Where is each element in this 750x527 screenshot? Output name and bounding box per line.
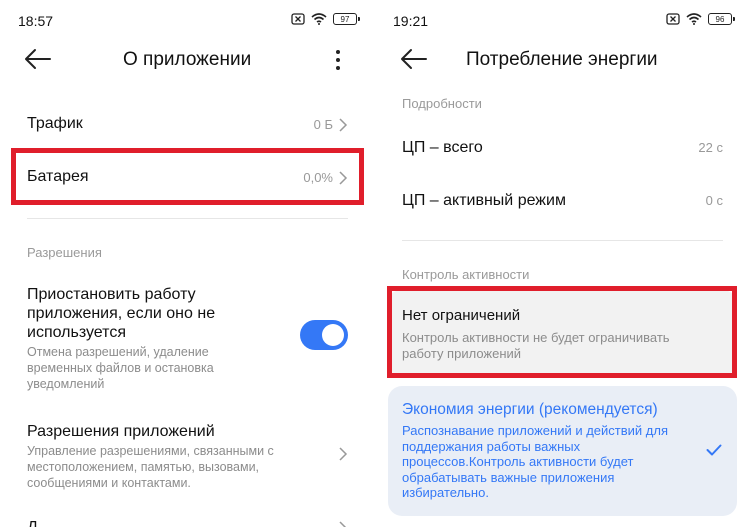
details-header: Подробности [402,96,482,111]
battery-highlight-frame [11,148,364,205]
no-restrictions-highlight-frame [387,286,737,378]
page-title: О приложении [123,49,252,70]
pause-app-title: Приостановить работу приложения, если он… [27,286,216,341]
wifi-icon [686,13,702,25]
traffic-row[interactable]: Трафик 0 Б [0,110,375,140]
status-bar: 18:57 97 [0,10,375,32]
chevron-right-icon [339,521,347,527]
app-bar: О приложении [0,40,375,80]
chevron-right-icon [339,447,348,461]
permissions-header: Разрешения [27,245,102,260]
option-power-saving-desc: Распознавание приложений и действий для … [402,423,668,500]
cpu-total-label: ЦП – всего [402,139,483,156]
back-arrow-icon[interactable] [400,48,428,70]
app-bar: Потребление энергии [375,40,750,80]
cpu-active-row: ЦП – активный режим 0 с [375,189,750,215]
pause-app-toggle[interactable] [300,320,348,350]
divider [402,240,723,241]
option-power-saving[interactable]: Экономия энергии (рекомендуется) Распозн… [388,386,737,516]
power-consumption-screen: 19:21 96 Потребление энергии Подробности… [375,0,750,527]
cpu-active-label: ЦП – активный режим [402,192,566,209]
app-permissions-subtitle: Управление разрешениями, связанными с ме… [27,444,274,490]
cpu-active-value: 0 с [705,193,723,208]
status-bar: 19:21 96 [375,10,750,32]
chevron-right-icon [339,118,348,132]
battery-icon: 97 [333,13,360,25]
sim-off-icon [291,13,305,25]
sim-off-icon [666,13,680,25]
battery-icon: 96 [708,13,735,25]
traffic-value: 0 Б [313,117,333,132]
status-time: 18:57 [18,13,54,29]
app-info-screen: 18:57 97 О приложении Трафик 0 Б Батарея… [0,0,375,527]
traffic-label: Трафик [27,115,83,132]
checkmark-icon [706,444,722,456]
next-row-title: Д [27,518,257,527]
page-title: Потребление энергии [466,49,658,70]
option-power-saving-title: Экономия энергии (рекомендуется) [402,401,658,418]
cpu-total-row: ЦП – всего 22 с [375,136,750,162]
status-time: 19:21 [393,13,429,29]
activity-control-header: Контроль активности [402,267,530,282]
cpu-total-value: 22 с [698,140,723,155]
divider [27,218,348,219]
more-options-icon[interactable] [331,48,345,72]
back-arrow-icon[interactable] [24,48,52,70]
pause-app-subtitle: Отмена разрешений, удаление временных фа… [27,345,214,391]
wifi-icon [311,13,327,25]
app-permissions-title: Разрешения приложений [27,423,215,440]
